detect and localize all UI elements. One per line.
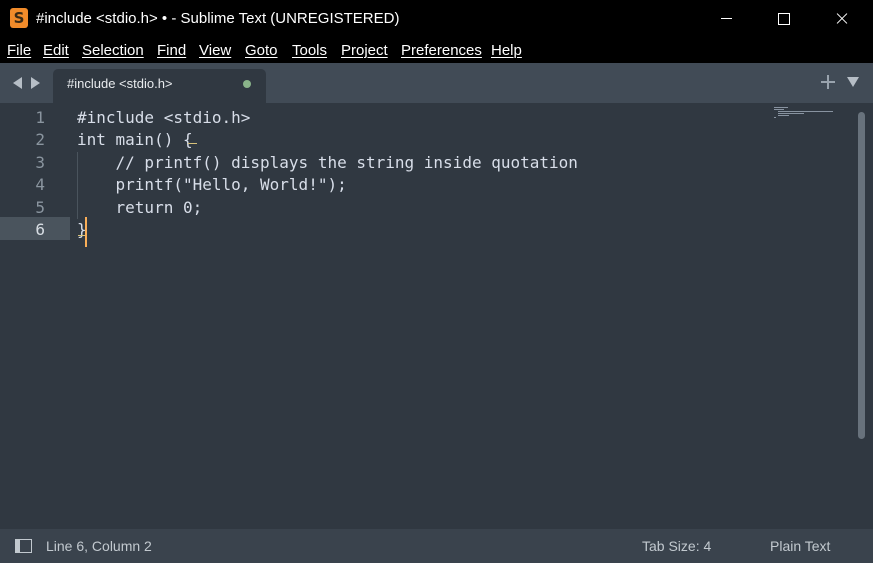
menu-edit[interactable]: Edit [43, 38, 69, 63]
window-title: #include <stdio.h> • - Sublime Text (UNR… [36, 10, 400, 27]
code-editor[interactable]: 1 2 3 4 5 6 #include <stdio.h> int main(… [0, 103, 873, 529]
scrollbar-thumb[interactable] [858, 112, 865, 439]
line-number: 1 [35, 108, 45, 127]
line-number: 4 [35, 175, 45, 194]
maximize-button[interactable] [755, 0, 813, 38]
line-number: 5 [35, 198, 45, 217]
line-number-current: 6 [35, 220, 45, 239]
status-bar: Line 6, Column 2 Tab Size: 4 Plain Text [0, 529, 873, 563]
title-bar: #include <stdio.h> • - Sublime Text (UNR… [0, 0, 873, 38]
code-line[interactable]: return 0; [77, 196, 203, 219]
tab-label: #include <stdio.h> [67, 76, 173, 91]
line-number: 3 [35, 153, 45, 172]
menu-project[interactable]: Project [341, 38, 388, 63]
code-line[interactable]: #include <stdio.h> [77, 106, 250, 129]
sublime-window: #include <stdio.h> • - Sublime Text (UNR… [0, 0, 873, 563]
minimize-button[interactable] [697, 0, 755, 38]
tab-list-dropdown-icon[interactable] [847, 77, 859, 87]
syntax-indicator[interactable]: Plain Text [770, 529, 830, 563]
sublime-logo-icon [10, 8, 28, 28]
unsaved-dot-icon[interactable] [243, 80, 251, 88]
panel-toggle-icon[interactable] [15, 539, 32, 553]
menu-help[interactable]: Help [491, 38, 522, 63]
tab-forward-icon[interactable] [31, 77, 40, 89]
code-line[interactable]: int main() { [77, 128, 193, 151]
line-number: 2 [35, 130, 45, 149]
cursor-position[interactable]: Line 6, Column 2 [46, 529, 152, 563]
new-tab-icon[interactable] [821, 75, 835, 89]
menu-bar: File Edit Selection Find View Goto Tools… [0, 38, 873, 63]
menu-tools[interactable]: Tools [292, 38, 327, 63]
code-line[interactable]: printf("Hello, World!"); [77, 173, 347, 196]
bracket-match-underline [188, 143, 197, 144]
menu-view[interactable]: View [199, 38, 231, 63]
tab-stdio-file[interactable]: #include <stdio.h> [53, 69, 266, 103]
menu-find[interactable]: Find [157, 38, 186, 63]
code-line[interactable]: // printf() displays the string inside q… [77, 151, 578, 174]
tab-back-icon[interactable] [13, 77, 22, 89]
tab-bar: #include <stdio.h> [0, 63, 873, 103]
close-window-button[interactable] [813, 0, 871, 38]
minimap[interactable] [774, 107, 844, 121]
menu-goto[interactable]: Goto [245, 38, 278, 63]
menu-file[interactable]: File [7, 38, 31, 63]
menu-selection[interactable]: Selection [82, 38, 144, 63]
menu-preferences[interactable]: Preferences [401, 38, 482, 63]
text-cursor [85, 217, 87, 247]
tab-size-indicator[interactable]: Tab Size: 4 [642, 529, 711, 563]
